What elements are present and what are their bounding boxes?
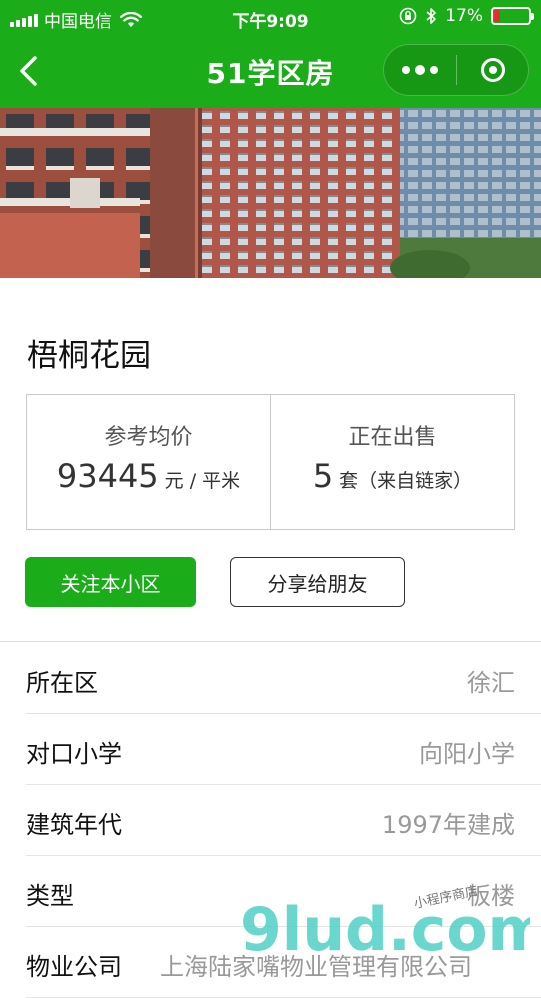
avg-price-value: 93445 [56,457,159,495]
wifi-icon [120,11,142,27]
share-button[interactable]: 分享给朋友 [230,557,405,607]
orientation-lock-icon [399,7,417,25]
detail-label: 所在区 [26,669,98,697]
detail-value: 板楼 [467,882,515,910]
on-sale-label: 正在出售 [348,425,437,450]
detail-row-built-year: 建筑年代 1997年建成 [0,785,541,856]
battery-icon [491,7,534,25]
battery-percent: 17% [445,6,483,26]
on-sale-count: 5 [312,457,334,495]
carrier-label: 中国电信 [44,12,112,32]
detail-label: 对口小学 [26,740,122,768]
back-arrow-icon[interactable] [14,54,44,88]
detail-row-school: 对口小学 向阳小学 [0,714,541,785]
detail-label: 物业公司 [26,953,122,981]
on-sale-unit: 套（来自链家） [339,470,473,492]
community-name: 梧桐花园 [27,338,151,374]
avg-price-line: 93445 元 / 平米 [27,457,270,495]
follow-community-button[interactable]: 关注本小区 [25,557,196,607]
detail-value: 1997年建成 [381,811,515,839]
on-sale-card[interactable]: 正在出售 5 套（来自链家） [270,395,514,529]
status-right: 17% [399,6,534,26]
detail-row-type: 类型 板楼 [0,856,541,927]
detail-label: 类型 [26,882,74,910]
on-sale-line: 5 套（来自链家） [271,457,514,495]
detail-label: 建筑年代 [26,811,122,839]
miniprogram-capsule [383,44,529,96]
bluetooth-icon [426,8,437,24]
avg-price-label: 参考均价 [104,425,193,450]
status-bar: 中国电信 下午9:09 17% [0,0,541,34]
buildings-image [0,108,541,278]
detail-value: 上海陆家嘴物业管理有限公司 [160,953,472,981]
status-left: 中国电信 [10,7,142,32]
avg-price-card: 参考均价 93445 元 / 平米 [27,395,270,529]
detail-row-district: 所在区 徐汇 [0,643,541,714]
detail-row-property-company: 物业公司 上海陆家嘴物业管理有限公司 [0,927,541,998]
section-divider [0,641,541,642]
stats-panel: 参考均价 93445 元 / 平米 正在出售 5 套（来自链家） [26,394,515,530]
detail-value: 向阳小学 [419,740,515,768]
detail-value: 徐汇 [467,669,515,697]
community-photo [0,108,541,278]
nav-bar: 51学区房 [0,34,541,108]
more-icon[interactable] [384,45,456,95]
avg-price-unit: 元 / 平米 [164,470,241,492]
close-miniprogram-icon[interactable] [457,45,528,95]
battery-fill [494,10,500,22]
signal-icon [10,13,38,27]
